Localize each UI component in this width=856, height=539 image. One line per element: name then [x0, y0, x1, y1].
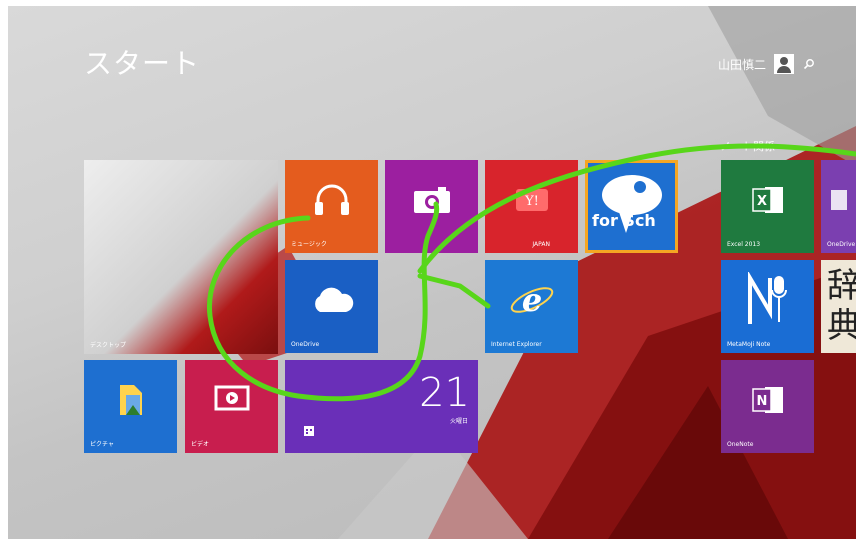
tile-label: ピクチャ	[90, 441, 114, 448]
tile-label: MetaMoJi Note	[727, 341, 771, 348]
tile-camera[interactable]	[385, 160, 478, 253]
calendar-weekday: 火曜日	[449, 418, 468, 425]
pictures-icon	[116, 383, 146, 421]
tile-label: OneDrive	[291, 341, 320, 348]
user-avatar-icon[interactable]	[774, 54, 794, 74]
excel-icon: X	[751, 185, 785, 219]
svg-text:N: N	[756, 394, 767, 409]
tile-onenote[interactable]: N OneNote	[721, 360, 814, 453]
calendar-day: 21	[419, 370, 470, 416]
onenote-icon: N	[751, 385, 785, 419]
dictionary-glyph-top: 辞	[827, 266, 856, 306]
cloud-icon	[308, 286, 356, 318]
tile-yahoo-japan[interactable]: Y! JAPAN	[485, 160, 578, 253]
tile-label: デスクトップ	[90, 342, 127, 349]
search-icon[interactable]	[802, 57, 816, 71]
tile-internet-explorer[interactable]: e Internet Explorer	[485, 260, 578, 353]
tile-label: ビデオ	[191, 441, 210, 448]
tile-metamoji-note[interactable]: MetaMoJi Note	[721, 260, 814, 353]
tile-label: OneDrive	[827, 241, 856, 248]
svg-text:e: e	[521, 281, 541, 319]
svg-text:Y!: Y!	[524, 194, 539, 209]
start-title: スタート	[84, 47, 201, 80]
internet-explorer-icon: e	[509, 277, 555, 327]
tile-onedrive-partial[interactable]: OneDrive	[821, 160, 856, 253]
tile-label: Internet Explorer	[491, 341, 542, 348]
camera-icon	[412, 185, 452, 219]
tile-label: ミュージック	[291, 241, 327, 248]
yahoo-icon: Y!	[515, 188, 548, 215]
tile-dictionary[interactable]: 辞 典	[821, 260, 856, 353]
tile-onedrive[interactable]: OneDrive	[285, 260, 378, 353]
calendar-icon	[303, 422, 315, 441]
tile-for-school[interactable]: for Sch	[585, 160, 678, 253]
onedrive-icon	[831, 190, 847, 214]
tile-calendar[interactable]: 21 火曜日	[285, 360, 478, 453]
user-name[interactable]: 山田慎二	[718, 56, 766, 73]
video-icon	[214, 385, 250, 419]
headphones-icon	[312, 182, 352, 222]
dictionary-glyph-bottom: 典	[827, 306, 856, 346]
user-account[interactable]: 山田慎二	[718, 54, 816, 74]
tile-label: JAPAN	[532, 241, 550, 248]
for-school-icon: for Sch	[588, 163, 675, 250]
tile-label: for Sch	[592, 211, 656, 230]
tile-label: OneNote	[727, 441, 754, 448]
group-label-notes: ノート関係	[720, 140, 775, 153]
tile-desktop[interactable]: デスクトップ	[84, 160, 278, 354]
tile-video[interactable]: ビデオ	[185, 360, 278, 453]
tile-music[interactable]: ミュージック	[285, 160, 378, 253]
tile-excel[interactable]: X Excel 2013	[721, 160, 814, 253]
metamoji-note-icon	[746, 270, 790, 332]
tile-label: Excel 2013	[727, 241, 761, 248]
svg-text:X: X	[756, 194, 766, 209]
dictionary-icon: 辞 典	[827, 266, 856, 346]
tile-pictures[interactable]: ピクチャ	[84, 360, 177, 453]
start-screen: スタート 山田慎二 ノート関係 デスクトップ ミュージック Y! JAPAN f…	[8, 6, 856, 539]
